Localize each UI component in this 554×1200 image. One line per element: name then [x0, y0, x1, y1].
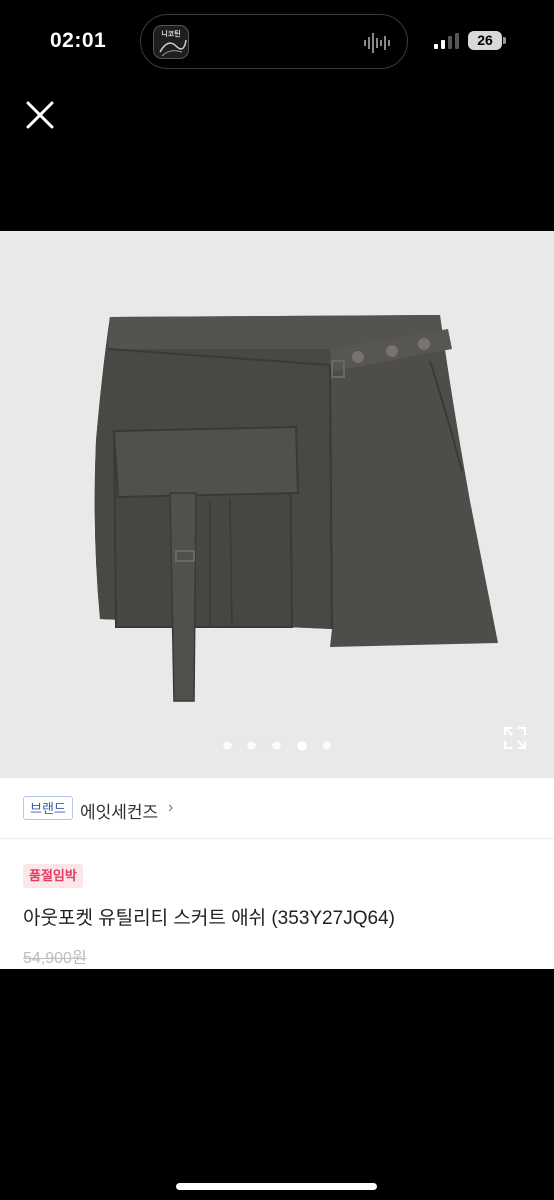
carousel-dot[interactable] [223, 741, 232, 750]
product-image[interactable] [0, 231, 554, 778]
status-time: 02:01 [50, 29, 107, 52]
carousel-dot-active[interactable] [297, 741, 307, 751]
audio-waveform-icon [364, 33, 390, 53]
product-title: 아웃포켓 유틸리티 스커트 애쉬 (353Y27JQ64) [23, 908, 395, 929]
original-price: 54,900원 [23, 950, 87, 967]
skirt-photo [94, 315, 499, 702]
brand-name[interactable]: 에잇세컨즈 [80, 798, 158, 823]
carousel-dot[interactable] [272, 741, 281, 750]
low-stock-badge: 품절임박 [23, 864, 83, 888]
close-icon [26, 101, 54, 129]
close-button[interactable] [20, 95, 60, 135]
cellular-signal-icon [434, 33, 459, 49]
battery-tip [503, 37, 506, 44]
expand-icon [504, 727, 526, 749]
carousel-dot[interactable] [247, 741, 256, 750]
product-info-panel: 브랜드 에잇세컨즈 › 품절임박 아웃포켓 유틸리티 스커트 애쉬 (353Y2… [0, 778, 554, 969]
expand-image-button[interactable] [502, 725, 528, 751]
thumbnail-art-icon [159, 39, 187, 57]
now-playing-thumbnail: 니코틴 [153, 25, 189, 59]
chevron-right-icon: › [168, 799, 174, 816]
battery-level: 26 [477, 32, 493, 48]
home-indicator[interactable] [176, 1183, 377, 1190]
battery-indicator: 26 [468, 31, 502, 50]
brand-tag: 브랜드 [23, 796, 73, 820]
carousel-dots [0, 741, 554, 751]
carousel-dot[interactable] [322, 741, 331, 750]
status-bar: 02:01 니코틴 26 [0, 0, 554, 80]
brand-link-row[interactable]: 브랜드 에잇세컨즈 › [0, 778, 554, 839]
dynamic-island[interactable]: 니코틴 [140, 14, 408, 69]
